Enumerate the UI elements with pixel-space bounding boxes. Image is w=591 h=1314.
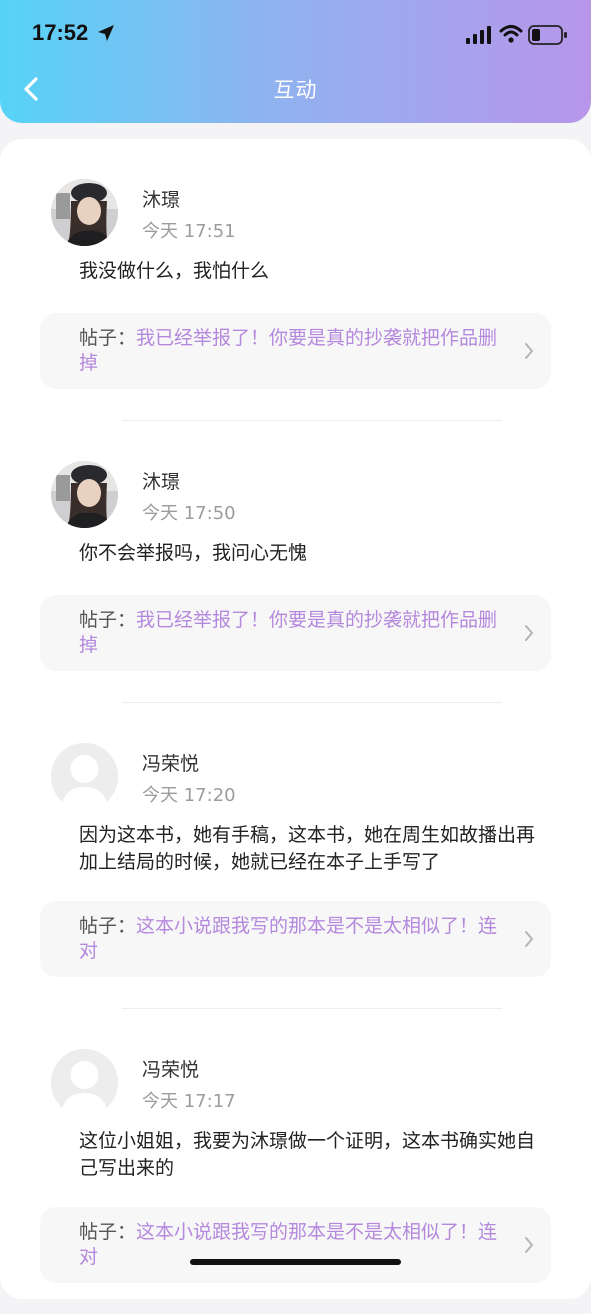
- post-text: 帖子：我已经举报了！你要是真的抄袭就把作品删掉: [79, 608, 509, 658]
- default-avatar-icon: [51, 743, 118, 810]
- post-link[interactable]: 帖子：我已经举报了！你要是真的抄袭就把作品删掉: [40, 595, 551, 671]
- chevron-right-icon: [525, 343, 533, 359]
- timestamp: 今天 17:50: [142, 503, 236, 524]
- user-name[interactable]: 沐璟: [142, 467, 180, 494]
- post-prefix: 帖子：: [79, 327, 137, 349]
- avatar[interactable]: [51, 461, 118, 528]
- message-content: 我没做什么，我怕什么: [79, 260, 270, 282]
- list-item: 沐璟 今天 17:50 你不会举报吗，我问心无愧 帖子：我已经举报了！你要是真的…: [0, 421, 591, 703]
- post-prefix: 帖子：: [79, 915, 137, 937]
- signal-icon: [466, 26, 491, 44]
- battery-icon: [528, 25, 567, 45]
- message-content: 这位小姐姐，我要为沐璟做一个证明，这本书确实她自己写出来的: [79, 1130, 536, 1179]
- header-bar: 17:52 互动: [0, 0, 591, 123]
- list-item: 冯荣悦 今天 17:20 因为这本书，她有手稿，这本书，她在周生如故播出再加上结…: [0, 703, 591, 1008]
- post-text: 帖子：这本小说跟我写的那本是不是太相似了！连对: [79, 914, 509, 964]
- user-photo-icon: [51, 461, 118, 528]
- wifi-icon: [499, 25, 523, 43]
- timestamp: 今天 17:51: [142, 221, 236, 242]
- post-prefix: 帖子：: [79, 1221, 137, 1243]
- avatar[interactable]: [51, 1049, 118, 1116]
- user-name[interactable]: 冯荣悦: [142, 749, 199, 776]
- post-title: 我已经举报了！你要是真的抄袭就把作品删掉: [79, 609, 498, 656]
- list-item: 冯荣悦 今天 17:17 这位小姐姐，我要为沐璟做一个证明，这本书确实她自己写出…: [0, 1009, 591, 1314]
- post-prefix: 帖子：: [79, 609, 137, 631]
- user-photo-icon: [51, 179, 118, 246]
- list-item: 沐璟 今天 17:51 我没做什么，我怕什么 帖子：我已经举报了！你要是真的抄袭…: [0, 139, 591, 421]
- post-link[interactable]: 帖子：我已经举报了！你要是真的抄袭就把作品删掉: [40, 313, 551, 389]
- chevron-right-icon: [525, 1237, 533, 1253]
- post-title: 我已经举报了！你要是真的抄袭就把作品删掉: [79, 327, 498, 374]
- avatar[interactable]: [51, 179, 118, 246]
- user-name[interactable]: 冯荣悦: [142, 1055, 199, 1082]
- user-name[interactable]: 沐璟: [142, 185, 180, 212]
- status-time: 17:52: [32, 20, 89, 45]
- message-content: 你不会举报吗，我问心无愧: [79, 542, 308, 564]
- chevron-right-icon: [525, 625, 533, 641]
- post-link[interactable]: 帖子：这本小说跟我写的那本是不是太相似了！连对: [40, 1207, 551, 1283]
- post-link[interactable]: 帖子：这本小说跟我写的那本是不是太相似了！连对: [40, 901, 551, 977]
- default-avatar-icon: [51, 1049, 118, 1116]
- page-title: 互动: [273, 78, 318, 102]
- post-title: 这本小说跟我写的那本是不是太相似了！连对: [79, 915, 498, 962]
- timestamp: 今天 17:17: [142, 1091, 236, 1112]
- interaction-list: 沐璟 今天 17:51 我没做什么，我怕什么 帖子：我已经举报了！你要是真的抄袭…: [0, 139, 591, 1299]
- avatar[interactable]: [51, 743, 118, 810]
- home-indicator[interactable]: [190, 1259, 401, 1265]
- chevron-right-icon: [525, 931, 533, 947]
- location-arrow-icon: [98, 25, 114, 41]
- post-text: 帖子：我已经举报了！你要是真的抄袭就把作品删掉: [79, 326, 509, 376]
- message-content: 因为这本书，她有手稿，这本书，她在周生如故播出再加上结局的时候，她就已经在本子上…: [79, 824, 536, 873]
- timestamp: 今天 17:20: [142, 785, 236, 806]
